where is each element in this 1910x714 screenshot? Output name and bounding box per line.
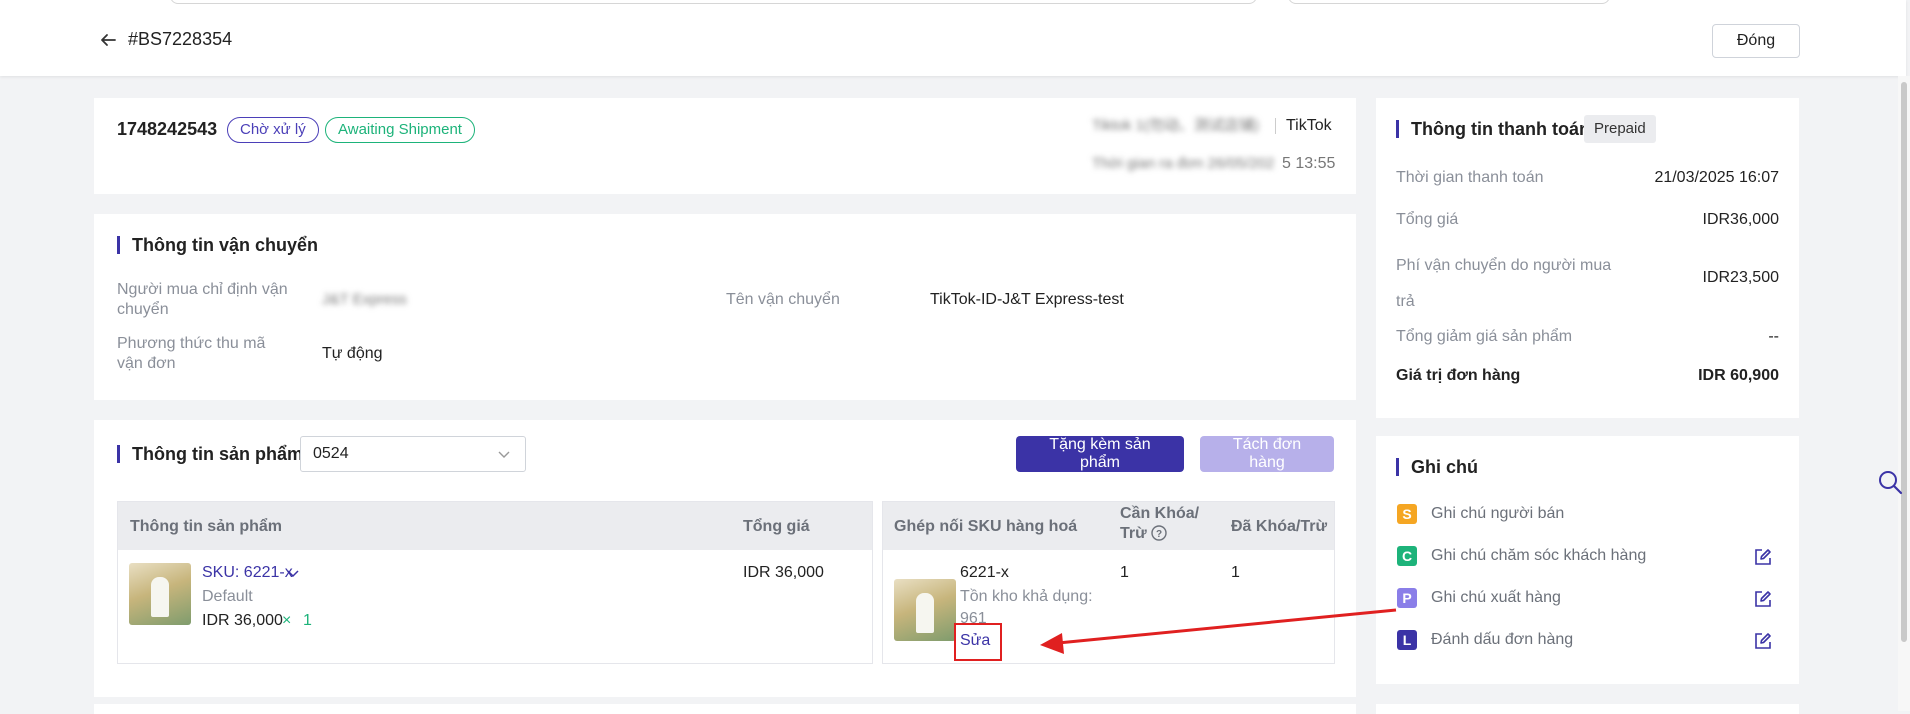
available-stock-value: 961 — [960, 610, 987, 627]
product-variant: Default — [202, 588, 253, 605]
section-title-shipping: Thông tin vận chuyển — [117, 236, 318, 254]
shipping-note-badge: P — [1397, 588, 1417, 608]
next-card — [94, 704, 1356, 714]
order-id: 1748242543 — [117, 119, 218, 139]
close-button[interactable]: Đóng — [1712, 24, 1800, 58]
edit-icon[interactable] — [1753, 547, 1773, 567]
svg-text:?: ? — [1156, 529, 1162, 540]
buyer-carrier-value: J&T Express — [322, 291, 407, 308]
top-search-pill — [170, 0, 1257, 4]
order-reference: #BS7228354 — [128, 29, 233, 49]
next-side-card — [1376, 704, 1799, 714]
carrier-name-value: TikTok-ID-J&T Express-test — [930, 291, 1124, 308]
payment-type-badge: Prepaid — [1584, 115, 1656, 143]
order-mark-badge: L — [1397, 630, 1417, 650]
subtotal-label: Tổng giá — [1396, 211, 1459, 228]
product-table: Thông tin sản phẩm Tổng giá SKU: 6221-x … — [117, 501, 873, 664]
top-bar: #BS7228354 Đóng — [0, 0, 1906, 76]
order-header-card: 1748242543 Chờ xử lý Awaiting Shipment T… — [94, 98, 1356, 194]
product-total: IDR 36,000 — [743, 564, 824, 581]
available-stock-label: Tồn kho khả dụng: — [960, 588, 1093, 605]
back-arrow-icon[interactable] — [98, 30, 118, 50]
split-order-button[interactable]: Tách đơn hàng — [1200, 436, 1334, 472]
column-header-product: Thông tin sản phẩm — [130, 518, 282, 535]
product-thumbnail — [129, 563, 191, 625]
payment-time-label: Thời gian thanh toán — [1396, 169, 1544, 186]
order-total-value: IDR 60,900 — [1698, 367, 1779, 384]
section-title-payment: Thông tin thanh toán — [1396, 120, 1590, 138]
status-badge-pending: Chờ xử lý — [227, 117, 319, 143]
help-icon[interactable]: ? — [1151, 525, 1167, 541]
edit-sku-link[interactable]: Sửa — [960, 630, 990, 652]
shipping-info-card: Thông tin vận chuyển Người mua chỉ định … — [94, 214, 1356, 400]
order-total-label: Giá trị đơn hàng — [1396, 367, 1521, 384]
order-time-label: Thời gian ra đơn 26/05/202 — [1092, 155, 1275, 172]
locked-qty: 1 — [1231, 564, 1240, 581]
top-filter-pill — [1288, 0, 1610, 4]
mapped-sku: 6221-x — [960, 564, 1009, 581]
shipping-fee-label: Phí vận chuyển do người mua trả — [1396, 257, 1612, 310]
status-badge-awaiting-shipment: Awaiting Shipment — [325, 117, 475, 143]
chevron-down-icon — [498, 451, 510, 458]
subtotal-value: IDR36,000 — [1702, 211, 1780, 228]
column-header-to-lock: Cần Khóa/ Trừ ? — [1120, 505, 1200, 542]
order-mark-label: Đánh dấu đơn hàng — [1431, 631, 1574, 648]
discount-label: Tổng giảm giá sản phẩm — [1396, 328, 1573, 345]
platform-name: TikTok — [1286, 117, 1332, 134]
section-title-products: Thông tin sản phẩm — [117, 445, 303, 463]
product-quantity: 1 — [303, 612, 312, 629]
section-title-notes: Ghi chú — [1396, 458, 1478, 476]
buyer-carrier-label: Người mua chỉ định vận chuyển — [117, 281, 288, 318]
scrollbar-thumb[interactable] — [1901, 82, 1907, 642]
discount-value: -- — [1768, 328, 1779, 345]
product-price: IDR 36,000 — [202, 612, 283, 629]
quantity-separator: × — [282, 612, 292, 629]
edit-icon[interactable] — [1753, 589, 1773, 609]
tracking-method-label: Phương thức thu mã vận đơn — [117, 335, 266, 372]
carrier-name-label: Tên vận chuyển — [726, 291, 840, 308]
floating-search-icon[interactable] — [1876, 468, 1904, 496]
sku-mapping-table: Ghép nối SKU hàng hoá Cần Khóa/ Trừ ? Đã… — [882, 501, 1335, 664]
seller-note-badge: S — [1397, 504, 1417, 524]
payment-time-value: 21/03/2025 16:07 — [1654, 169, 1779, 186]
seller-note-label: Ghi chú người bán — [1431, 505, 1565, 522]
payment-info-card: Thông tin thanh toán Prepaid Thời gian t… — [1376, 98, 1799, 418]
column-header-total: Tổng giá — [743, 518, 810, 535]
shipping-fee-value: IDR23,500 — [1702, 269, 1780, 286]
column-header-sku-mapping: Ghép nối SKU hàng hoá — [894, 518, 1078, 535]
chevron-down-icon[interactable] — [286, 568, 300, 580]
customer-care-note-label: Ghi chú chăm sóc khách hàng — [1431, 547, 1647, 564]
product-sku-link[interactable]: SKU: 6221-x — [202, 562, 293, 584]
customer-care-note-badge: C — [1397, 546, 1417, 566]
to-lock-qty: 1 — [1120, 564, 1129, 581]
sku-thumbnail — [894, 579, 956, 641]
add-gift-product-button[interactable]: Tặng kèm sản phẩm — [1016, 436, 1184, 472]
shop-name: Tiktok 1(勿动、测试店铺) — [1092, 117, 1259, 134]
warehouse-select-value: 0524 — [313, 445, 349, 462]
notes-card: Ghi chú S Ghi chú người bán C Ghi chú ch… — [1376, 436, 1799, 684]
column-header-locked: Đã Khóa/Trừ — [1231, 518, 1328, 535]
order-time-value: 5 13:55 — [1282, 155, 1336, 172]
divider — [1275, 118, 1276, 134]
edit-icon[interactable] — [1753, 631, 1773, 651]
warehouse-select[interactable]: 0524 — [300, 436, 526, 472]
shipping-note-label: Ghi chú xuất hàng — [1431, 589, 1561, 606]
tracking-method-value: Tự động — [322, 345, 383, 362]
